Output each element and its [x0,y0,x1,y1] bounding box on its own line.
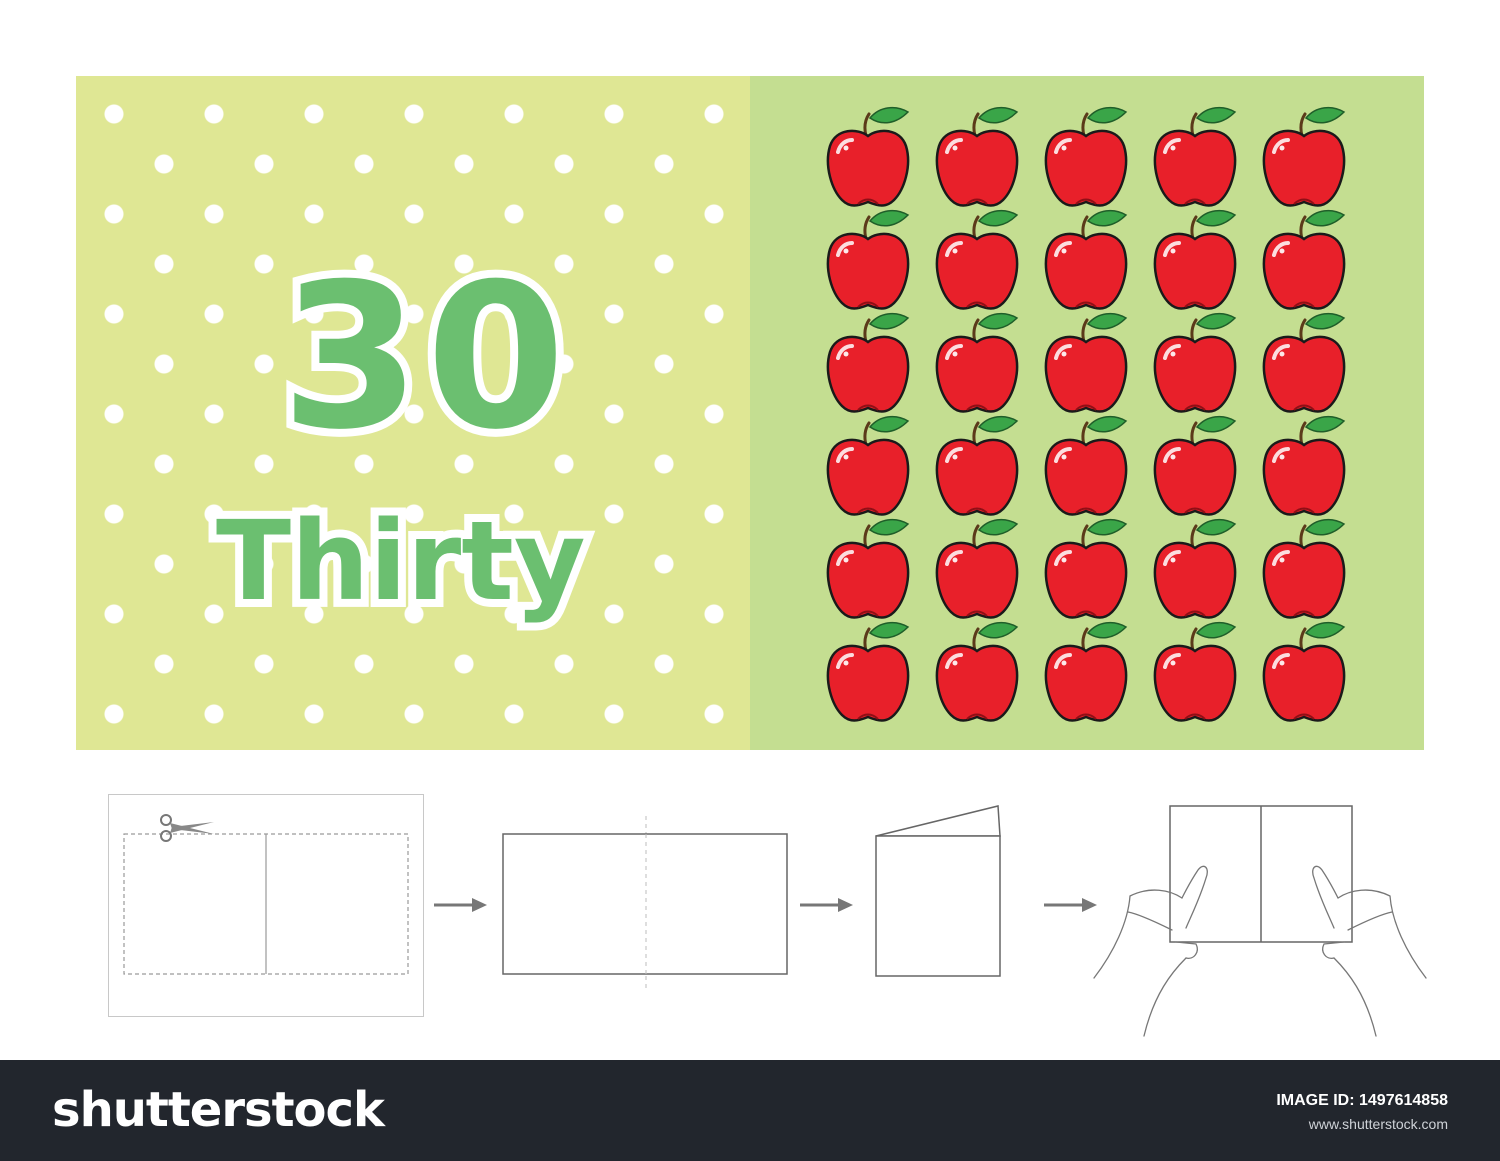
apple-icon [1260,518,1348,621]
apple-icon [1260,621,1348,724]
shutterstock-logo[interactable]: shutterstock [52,1082,385,1138]
apple-icon [824,106,912,209]
apple-icon [1260,106,1348,209]
hands-holding-book-icon [1093,805,1427,1037]
apple-icon [824,621,912,724]
counting-panel [750,76,1424,750]
apple-icon [933,415,1021,518]
apple-grid [824,106,1348,724]
apple-icon [933,209,1021,312]
flash-card: 30 Thirty [76,76,1424,750]
apple-icon [1151,621,1239,724]
apple-icon [933,621,1021,724]
apple-icon [1042,415,1130,518]
arrow-icon [800,898,853,912]
apple-icon [1151,312,1239,415]
arrow-icon [434,898,487,912]
unfolded-sheet-step [502,816,788,992]
cut-sheet-step [108,794,424,1017]
apple-icon [933,106,1021,209]
apple-icon [1260,415,1348,518]
apple-icon [1151,106,1239,209]
apple-icon [824,312,912,415]
apple-icon [1151,518,1239,621]
apple-icon [824,209,912,312]
folding-instructions [0,770,1500,1060]
image-id: IMAGE ID: 1497614858 [1276,1092,1448,1109]
number-word: Thirty [208,489,594,633]
footer-bar: shutterstock IMAGE ID: 1497614858 www.sh… [0,1060,1500,1161]
apple-icon [1042,209,1130,312]
apple-icon [1042,518,1130,621]
folded-card-step [875,805,1001,977]
apple-icon [824,415,912,518]
apple-icon [1042,312,1130,415]
number-numeral: 30 [273,233,573,482]
apple-icon [933,518,1021,621]
apple-icon [1260,209,1348,312]
apple-icon [1151,415,1239,518]
apple-icon [824,518,912,621]
apple-icon [1042,106,1130,209]
apple-icon [933,312,1021,415]
apple-icon [1151,209,1239,312]
number-panel: 30 Thirty [76,76,750,750]
apple-icon [1260,312,1348,415]
footer-url[interactable]: www.shutterstock.com [1309,1116,1448,1132]
apple-icon [1042,621,1130,724]
